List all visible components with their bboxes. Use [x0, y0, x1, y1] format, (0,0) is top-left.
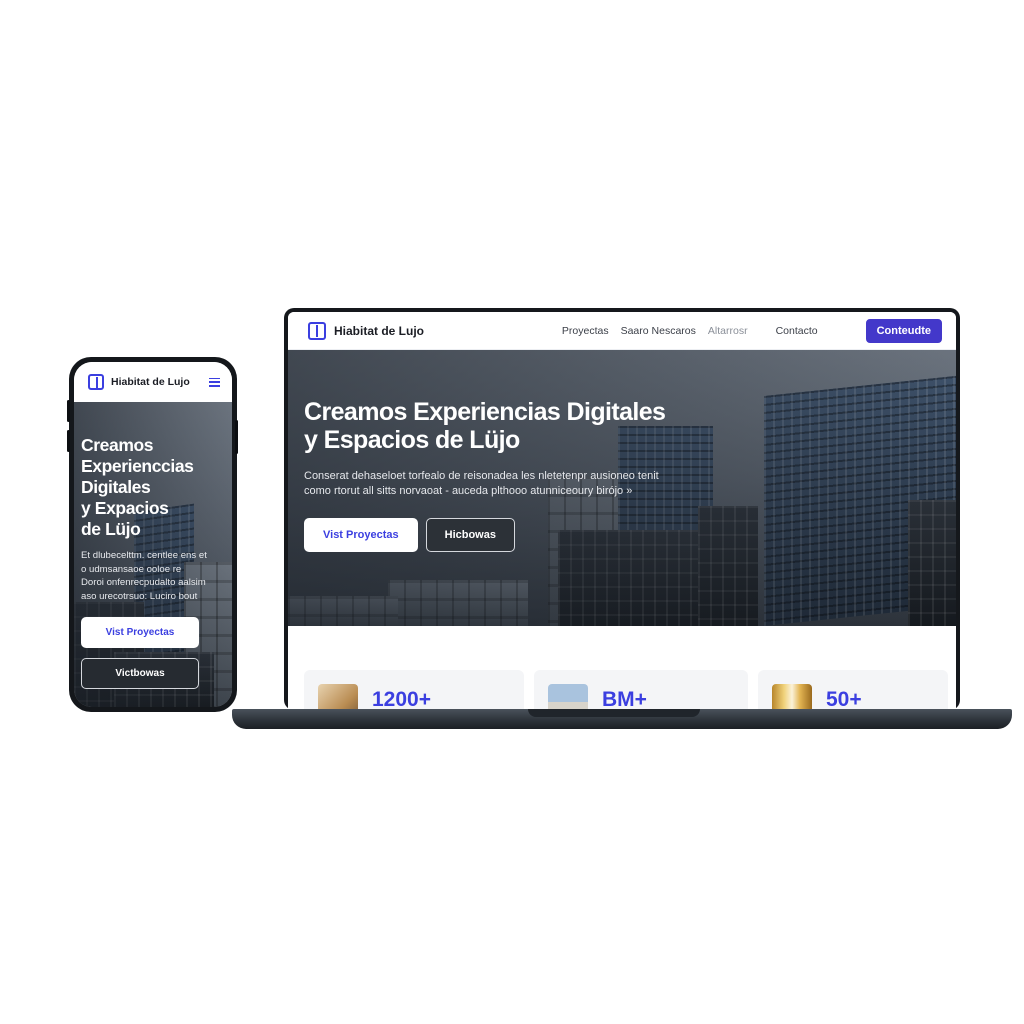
- stat-card: BM+: [534, 670, 748, 710]
- mobile-navbar: Hiabitat de Lujo: [74, 362, 232, 402]
- nav-link-servicios[interactable]: Saaro Nescaros: [615, 325, 702, 337]
- stat-thumb-image: [318, 684, 358, 710]
- hero-title: Creamos Experienccias Digitales y Expaci…: [81, 435, 194, 539]
- stat-thumb-image: [548, 684, 588, 710]
- brand-name: Hiabitat de Lujo: [111, 376, 190, 388]
- laptop-screen: Hiabitat de Lujo Proyectas Saaro Nescaro…: [284, 308, 960, 710]
- stat-value: BM+: [602, 688, 647, 710]
- phone-volume-button: [67, 430, 70, 452]
- stat-value: 50+: [826, 688, 862, 710]
- view-projects-button[interactable]: Vist Proyectas: [81, 617, 199, 649]
- nav-link-contacto[interactable]: Contacto: [770, 325, 824, 337]
- laptop-display: Hiabitat de Lujo Proyectas Saaro Nescaro…: [288, 312, 956, 710]
- desktop-hero-content: Creamos Experiencias Digitales y Espacio…: [304, 398, 764, 553]
- phone-device: Hiabitat de Lujo Creamos Experienccias D…: [69, 357, 237, 712]
- hero-buttons: Vist Proyectas Hicbowas: [304, 518, 764, 553]
- desktop-hero: Creamos Experiencias Digitales y Espacio…: [288, 350, 956, 626]
- mobile-hero-content: Creamos Experienccias Digitales y Expaci…: [81, 435, 229, 690]
- mobile-brand[interactable]: Hiabitat de Lujo: [88, 374, 190, 390]
- hero-subtitle: Conserat dehaseloet torfealo de reisonad…: [304, 469, 659, 498]
- stats-section: 1200+ BM+ 50+: [288, 626, 956, 710]
- stat-card: 50+: [758, 670, 948, 710]
- nav-link-proyectas[interactable]: Proyectas: [556, 325, 615, 337]
- logo-icon: [88, 374, 104, 390]
- contact-cta-button[interactable]: Conteudte: [865, 318, 942, 343]
- secondary-button[interactable]: Victbowas: [81, 658, 199, 690]
- brand-name: Hiabitat de Lujo: [334, 323, 424, 338]
- stat-thumb-image: [772, 684, 812, 710]
- phone-volume-button: [67, 400, 70, 422]
- desktop-nav-links: Proyectas Saaro Nescaros Altarrosr Conta…: [556, 325, 824, 337]
- phone-power-button: [235, 420, 238, 454]
- logo-icon: [308, 321, 326, 340]
- phone-display: Hiabitat de Lujo Creamos Experienccias D…: [74, 362, 232, 707]
- stat-card: 1200+: [304, 670, 524, 710]
- hero-subtitle: Et dlubecelttm. centlee ens et o udmsans…: [81, 550, 207, 602]
- hamburger-icon[interactable]: [209, 377, 220, 387]
- nav-link-nosotros[interactable]: Altarrosr: [702, 325, 754, 337]
- view-projects-button[interactable]: Vist Proyectas: [304, 518, 418, 553]
- laptop-notch: [528, 709, 700, 717]
- hero-title: Creamos Experiencias Digitales y Espacio…: [304, 398, 666, 455]
- stat-value: 1200+: [372, 688, 431, 710]
- mobile-hero: Creamos Experienccias Digitales y Expaci…: [74, 402, 232, 707]
- secondary-button[interactable]: Hicbowas: [425, 518, 515, 553]
- desktop-navbar: Hiabitat de Lujo Proyectas Saaro Nescaro…: [288, 312, 956, 350]
- desktop-brand[interactable]: Hiabitat de Lujo: [308, 321, 424, 340]
